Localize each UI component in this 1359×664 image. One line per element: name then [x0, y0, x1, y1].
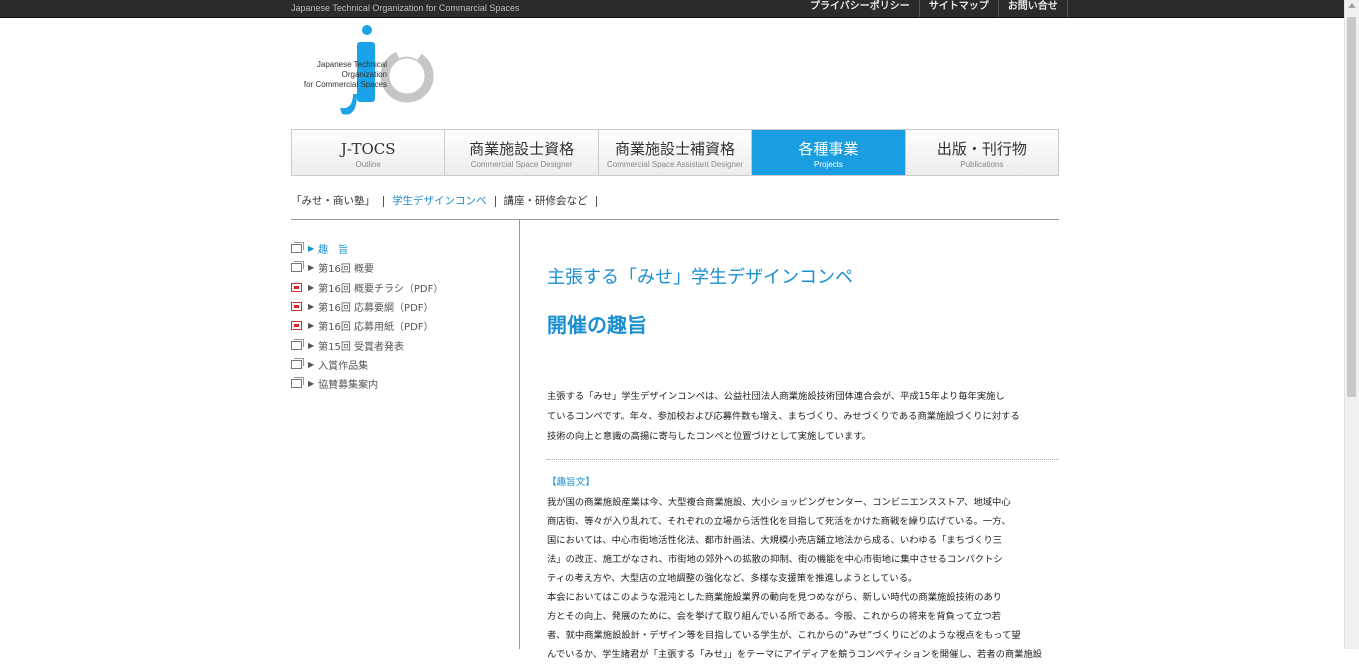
lead-line: 主張する「みせ」学生デザインコンペは、公益社団法人商業施設技術団体連合会が、平成… — [547, 391, 1005, 402]
body-line: 者、就中商業施設設計・デザイン等を目指している学生が、これからの“みせ”づくりに… — [547, 630, 1021, 641]
sub-navigation: 「みせ・商い塾」 学生デザインコンペ 講座・研修会など — [291, 196, 605, 207]
sidebar-item-16th-guidelines-pdf[interactable]: ▶ 第16回 応募要綱（PDF） — [291, 297, 511, 316]
lead-paragraph: 主張する「みせ」学生デザインコンペは、公益社団法人商業施設技術団体連合会が、平成… — [547, 387, 1059, 447]
triangle-right-icon: ▶ — [308, 263, 315, 273]
sidebar-item-label: 第16回 概要チラシ（PDF） — [318, 283, 444, 295]
nav-projects-label: 各種事業 — [798, 140, 859, 158]
logo-line-1: Japanese Technical — [316, 60, 387, 69]
page-title: 開催の趣旨 — [547, 313, 647, 337]
site-tagline: Japanese Technical Organization for Comm… — [291, 3, 520, 13]
subnav-mise-akinai-juku[interactable]: 「みせ・商い塾」 — [291, 196, 384, 207]
privacy-policy-link[interactable]: プライバシーポリシー — [801, 0, 920, 17]
sidebar-item-label: 第16回 応募要綱（PDF） — [318, 303, 434, 315]
pdf-icon — [291, 282, 302, 292]
main-content: 主張する「みせ」学生デザインコンペ 開催の趣旨 主張する「みせ」学生デザインコン… — [547, 264, 1059, 664]
page-icon — [291, 377, 304, 389]
horizontal-divider — [291, 219, 1059, 220]
contact-link[interactable]: お問い合せ — [999, 0, 1068, 17]
nav-publications-sublabel: Publications — [960, 160, 1004, 169]
section-label: 【趣旨文】 — [547, 477, 595, 488]
sitemap-link[interactable]: サイトマップ — [920, 0, 999, 17]
nav-jtocs-sublabel: Outline — [355, 160, 381, 169]
nav-publications-label: 出版・刊行物 — [936, 140, 1027, 158]
pdf-icon — [291, 321, 302, 331]
body-line: 商店街、等々が入り乱れて、それぞれの立場から活性化を目指して死活をかけた商戦を繰… — [547, 516, 1011, 527]
body-line: んでいるか、学生諸君が「主張する「みせ」」をテーマにアイディアを競うコンペティシ… — [547, 649, 1043, 660]
page-icon — [291, 261, 304, 273]
body-line: 法」の改正、施工がなされ、市街地の郊外への拡散の抑制、街の機能を中心市街地に集中… — [547, 554, 1003, 565]
nav-jtocs-label: J-TOCS — [340, 140, 396, 158]
body-line: 国においては、中心市街地活性化法、都市計画法、大規模小売店舗立地法から成る、いわ… — [547, 535, 1003, 546]
main-navigation: J-TOCS Outline 商業施設士資格 Commercial Space … — [291, 129, 1059, 176]
lead-line: 技術の向上と意識の高揚に寄与したコンペと位置づけとして実施しています。 — [547, 431, 871, 442]
page-subtitle: 主張する「みせ」学生デザインコンペ — [547, 267, 853, 288]
logo-line-2: Organization — [341, 70, 387, 79]
sidebar-item-label: 入賞作品集 — [318, 360, 369, 372]
nav-designer-label: 商業施設士資格 — [469, 140, 575, 158]
nav-projects[interactable]: 各種事業 Projects — [752, 130, 906, 175]
sidebar-item-sponsorship[interactable]: ▶ 協賛募集案内 — [291, 374, 511, 393]
jtocs-logo[interactable]: Japanese Technical Organization for Comm… — [297, 24, 447, 124]
page-icon — [291, 338, 304, 350]
body-paragraph: 我が国の商業施設産業は今、大型複合商業施設、大小ショッピングセンター、コンビニエ… — [547, 493, 1059, 664]
nav-projects-sublabel: Projects — [813, 160, 843, 169]
nav-assistant-sublabel: Commercial Space Assistant Designer — [606, 160, 744, 169]
top-bar: Japanese Technical Organization for Comm… — [0, 0, 1345, 18]
sidebar-item-16th-flyer-pdf[interactable]: ▶ 第16回 概要チラシ（PDF） — [291, 278, 511, 297]
sidebar-item-label: 第16回 応募用紙（PDF） — [318, 322, 434, 334]
sidebar-menu: ▶ 趣 旨 ▶ 第16回 概要 ▶ 第16回 概要チラシ（PDF） ▶ 第16回… — [291, 239, 511, 393]
column-divider — [519, 220, 520, 649]
nav-jtocs[interactable]: J-TOCS Outline — [292, 130, 446, 175]
nav-commercial-space-designer[interactable]: 商業施設士資格 Commercial Space Designer — [445, 130, 599, 175]
triangle-right-icon: ▶ — [308, 321, 315, 331]
body-line: ティの考え方や、大型店の立地調整の強化など、多様な支援策を推進しようとしている。 — [547, 573, 918, 584]
nav-designer-sublabel: Commercial Space Designer — [470, 160, 573, 169]
body-line: 我が国の商業施設産業は今、大型複合商業施設、大小ショッピングセンター、コンビニエ… — [547, 497, 1011, 508]
logo-line-3: for Commercial Spaces — [303, 80, 387, 89]
sidebar-item-winning-works[interactable]: ▶ 入賞作品集 — [291, 355, 511, 374]
sidebar-item-label: 協賛募集案内 — [318, 380, 379, 392]
sidebar-item-16th-form-pdf[interactable]: ▶ 第16回 応募用紙（PDF） — [291, 316, 511, 335]
triangle-right-icon: ▶ — [308, 340, 315, 350]
vertical-scrollbar[interactable] — [1344, 0, 1359, 649]
sidebar-item-15th-winners[interactable]: ▶ 第15回 受賞者発表 — [291, 335, 511, 354]
sidebar-item-label: 第15回 受賞者発表 — [318, 341, 405, 353]
sidebar-item-label: 第16回 概要 — [318, 264, 375, 276]
scroll-up-arrow-icon[interactable] — [1348, 3, 1356, 8]
subnav-student-design-competition[interactable]: 学生デザインコンペ — [392, 196, 496, 207]
body-line: 方とその向上、発展のために、会を挙げて取り組んでいる所である。今般、これからの将… — [547, 611, 1001, 622]
subnav-lectures-seminars[interactable]: 講座・研修会など — [504, 196, 597, 207]
sidebar-item-16th-outline[interactable]: ▶ 第16回 概要 — [291, 258, 511, 277]
triangle-right-icon: ▶ — [308, 379, 315, 389]
triangle-right-icon: ▶ — [308, 359, 315, 369]
triangle-right-icon: ▶ — [308, 302, 315, 312]
lead-line: ているコンペです。年々、参加校および応募件数も増え、まちづくり、みせづくりである… — [547, 411, 1020, 422]
body-line: 本会においてはこのような混沌とした商業施設業界の動向を見つめながら、新しい時代の… — [547, 592, 1003, 603]
dotted-divider — [547, 459, 1059, 460]
triangle-right-icon: ▶ — [308, 244, 315, 254]
nav-assistant-designer[interactable]: 商業施設士補資格 Commercial Space Assistant Desi… — [598, 130, 753, 175]
pdf-icon — [291, 302, 302, 312]
page-icon — [291, 242, 304, 254]
sidebar-item-label: 趣 旨 — [318, 245, 349, 257]
page-icon — [291, 357, 304, 369]
utility-links: プライバシーポリシー サイトマップ お問い合せ — [801, 0, 1068, 17]
logo-text: Japanese Technical Organization for Comm… — [297, 60, 387, 90]
nav-publications[interactable]: 出版・刊行物 Publications — [905, 130, 1059, 175]
scrollbar-thumb[interactable] — [1347, 17, 1356, 397]
nav-assistant-label: 商業施設士補資格 — [615, 140, 736, 158]
sidebar-item-purpose[interactable]: ▶ 趣 旨 — [291, 239, 511, 258]
triangle-right-icon: ▶ — [308, 282, 315, 292]
